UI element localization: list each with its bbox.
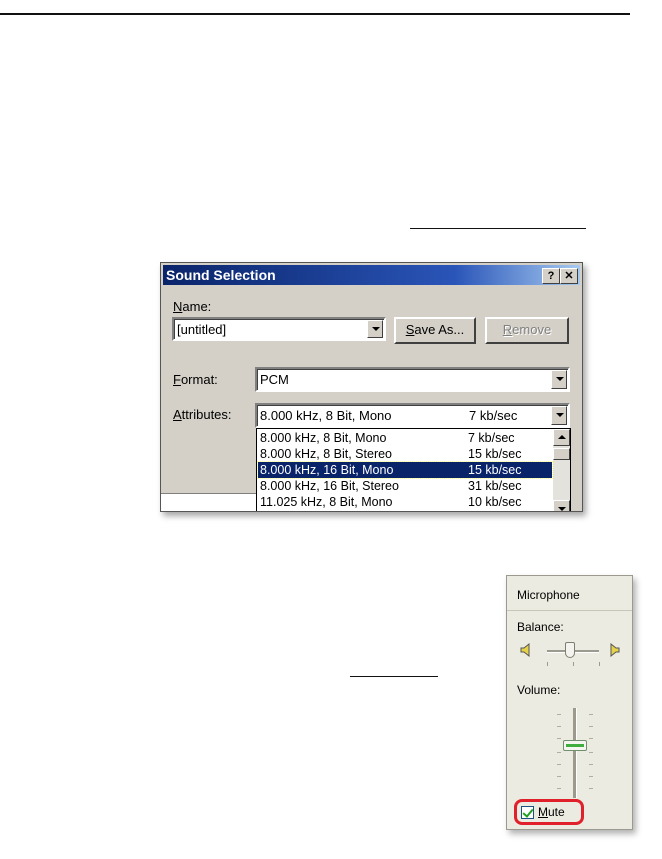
scroll-down-button[interactable] xyxy=(553,500,570,511)
speaker-right-icon xyxy=(610,643,620,657)
dialog-title-bar: Sound Selection ? ✕ xyxy=(163,265,580,285)
tick-mark xyxy=(557,726,561,727)
list-item[interactable]: 8.000 kHz, 8 Bit, Stereo 15 kb/sec xyxy=(258,446,552,462)
chevron-down-icon xyxy=(372,327,380,331)
volume-track xyxy=(573,708,577,798)
mixer-title: Microphone xyxy=(517,588,580,602)
tick-mark xyxy=(589,714,593,715)
top-rule xyxy=(0,13,630,15)
scroll-thumb[interactable] xyxy=(553,448,570,460)
chevron-down-icon xyxy=(556,413,564,417)
help-button[interactable]: ? xyxy=(542,268,560,284)
tick-mark xyxy=(589,776,593,777)
attributes-dropdown-list[interactable]: 8.000 kHz, 8 Bit, Mono 7 kb/sec 8.000 kHz… xyxy=(256,428,571,511)
chevron-up-icon xyxy=(558,435,566,439)
chevron-down-icon xyxy=(558,507,566,511)
attributes-combo[interactable]: 8.000 kHz, 8 Bit, Mono 7 kb/sec xyxy=(255,403,570,428)
name-value: [untitled] xyxy=(177,322,227,337)
mute-checkbox[interactable] xyxy=(521,806,534,819)
mute-label[interactable]: Mute xyxy=(538,805,565,819)
tick-mark xyxy=(589,726,593,727)
attributes-rate: 7 kb/sec xyxy=(469,408,518,423)
tick-mark xyxy=(589,788,593,789)
format-combo[interactable]: PCM xyxy=(255,367,570,392)
help-icon: ? xyxy=(547,270,555,282)
attributes-label: Attributes: xyxy=(173,407,232,422)
microphone-mixer-panel: Microphone Balance: Volume: Mute xyxy=(506,575,633,830)
list-item[interactable]: 8.000 kHz, 16 Bit, Stereo 31 kb/sec xyxy=(258,478,552,494)
attributes-value: 8.000 kHz, 8 Bit, Mono xyxy=(260,408,392,423)
format-dropdown-button[interactable] xyxy=(551,370,567,389)
list-item[interactable]: 8.000 kHz, 8 Bit, Mono 7 kb/sec xyxy=(258,430,552,446)
name-combo[interactable]: [untitled] xyxy=(172,317,386,341)
format-value: PCM xyxy=(260,372,289,387)
text-underline xyxy=(410,228,586,229)
remove-button[interactable]: Remove xyxy=(485,317,569,344)
dialog-bottom-edge xyxy=(161,493,256,511)
tick-mark xyxy=(557,752,561,753)
close-button[interactable]: ✕ xyxy=(560,268,578,284)
tick-mark xyxy=(557,788,561,789)
tick-mark xyxy=(557,776,561,777)
tick-mark xyxy=(589,752,593,753)
divider xyxy=(507,610,632,611)
attributes-dropdown-button[interactable] xyxy=(551,406,567,425)
tick-mark xyxy=(547,662,548,666)
name-dropdown-button[interactable] xyxy=(367,320,383,338)
balance-label: Balance: xyxy=(517,620,564,634)
list-item-selected[interactable]: 8.000 kHz, 16 Bit, Mono 15 kb/sec xyxy=(257,461,553,479)
tick-mark xyxy=(557,714,561,715)
speaker-left-icon xyxy=(520,643,530,657)
scroll-up-button[interactable] xyxy=(553,429,570,446)
list-item[interactable]: 11.025 kHz, 8 Bit, Mono 10 kb/sec xyxy=(258,494,552,510)
chevron-down-icon xyxy=(556,377,564,381)
tick-mark xyxy=(573,662,574,666)
tick-mark xyxy=(599,662,600,666)
name-label: Name: xyxy=(173,299,212,314)
balance-slider-thumb[interactable] xyxy=(565,642,575,658)
close-icon: ✕ xyxy=(564,270,574,282)
tick-mark xyxy=(589,738,593,739)
tick-mark xyxy=(589,764,593,765)
sound-selection-dialog: Sound Selection ? ✕ Name: [untitled] Sav… xyxy=(160,262,583,512)
volume-slider-thumb[interactable] xyxy=(563,740,587,751)
format-label: Format: xyxy=(173,372,218,387)
volume-label: Volume: xyxy=(517,683,561,697)
dialog-title: Sound Selection xyxy=(166,267,276,283)
mute-highlight: Mute xyxy=(514,799,584,825)
save-as-button[interactable]: Save As... xyxy=(394,317,476,344)
tick-mark xyxy=(557,764,561,765)
list-scrollbar[interactable] xyxy=(553,429,570,511)
tick-mark xyxy=(557,738,561,739)
text-underline xyxy=(350,676,438,677)
